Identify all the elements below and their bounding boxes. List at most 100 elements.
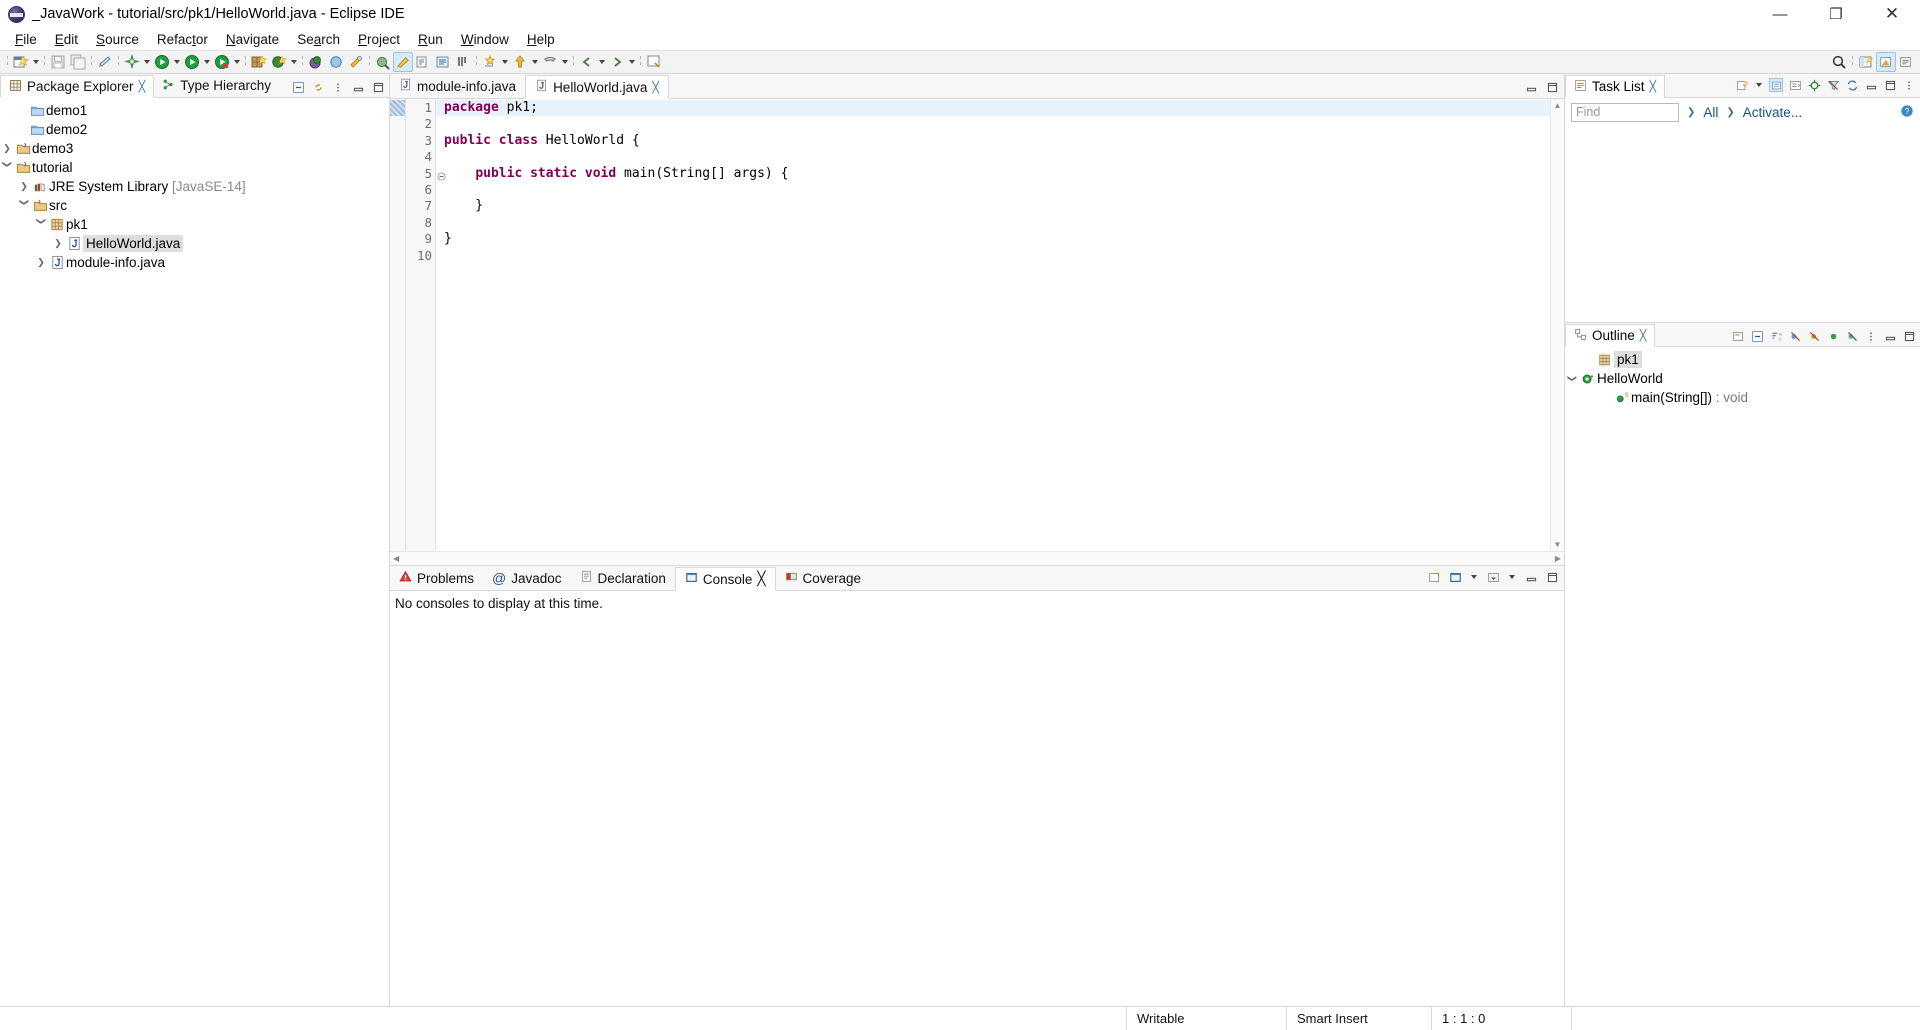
toolbar-drag-handle[interactable] <box>6 54 9 70</box>
new-interface-icon[interactable] <box>326 52 346 72</box>
new-task-icon[interactable] <box>1735 78 1749 92</box>
back-icon[interactable] <box>510 52 530 72</box>
tree-item-demo1[interactable]: demo1 <box>0 101 389 120</box>
menu-file[interactable]: File <box>6 30 46 49</box>
schedule-icon[interactable] <box>1788 78 1802 92</box>
scroll-up-icon[interactable]: ▲ <box>1554 101 1562 110</box>
previous-edit-icon[interactable] <box>577 52 597 72</box>
console-output[interactable]: No consoles to display at this time. <box>390 591 1564 1006</box>
tab-console[interactable]: Console ╳ <box>674 567 776 591</box>
chevron-down-icon[interactable]: ❯ <box>2 161 13 175</box>
close-icon[interactable]: ╳ <box>757 571 765 587</box>
skip-all-breakpoints-icon[interactable] <box>413 52 433 72</box>
new-java-project-icon[interactable] <box>249 52 269 72</box>
outline-item-helloworld[interactable]: ❯ HelloWorld <box>1565 369 1920 388</box>
scroll-left-icon[interactable]: ◀ <box>393 554 399 563</box>
search-icon[interactable] <box>1829 52 1849 72</box>
save-icon[interactable] <box>48 52 68 72</box>
view-menu-dropdown-icon[interactable] <box>1507 568 1517 586</box>
tree-item-pk1[interactable]: ❯ pk1 <box>0 215 389 234</box>
tab-task-list[interactable]: Task List ╳ <box>1565 75 1666 98</box>
maximize-icon[interactable] <box>371 80 385 94</box>
back-dropdown[interactable] <box>530 53 540 71</box>
menu-navigate[interactable]: Navigate <box>217 30 288 49</box>
focus-on-active-task-icon[interactable] <box>1731 329 1745 343</box>
filter-all-link[interactable]: All <box>1703 105 1718 120</box>
tab-type-hierarchy[interactable]: Type Hierarchy <box>154 74 279 97</box>
menu-help[interactable]: Help <box>518 30 564 49</box>
build-dropdown[interactable] <box>142 53 152 71</box>
next-edit-dropdown[interactable] <box>627 53 637 71</box>
run-coverage-icon[interactable] <box>212 52 232 72</box>
view-menu-icon[interactable] <box>1486 570 1500 584</box>
package-explorer-tree[interactable]: demo1 demo2 ❯ demo3 ❯ tutorial ❯ JRE Sys… <box>0 98 389 1006</box>
new-task-dropdown-icon[interactable] <box>1754 76 1764 94</box>
close-icon[interactable]: ╳ <box>139 80 146 93</box>
maximize-icon[interactable] <box>1545 80 1559 94</box>
menu-run[interactable]: Run <box>409 30 452 49</box>
maximize-icon[interactable] <box>1545 570 1559 584</box>
toggle-mark-occurrences-icon[interactable] <box>393 52 413 72</box>
java-ee-perspective-icon[interactable] <box>1896 52 1916 72</box>
chevron-down-icon[interactable]: ❯ <box>1567 372 1578 386</box>
last-edit-dropdown[interactable] <box>500 53 510 71</box>
open-perspective-icon[interactable] <box>1856 52 1876 72</box>
java-perspective-icon[interactable] <box>1876 52 1896 72</box>
minimize-icon[interactable] <box>1883 329 1897 343</box>
maximize-icon[interactable] <box>1902 329 1916 343</box>
tab-problems[interactable]: Problems <box>390 566 483 590</box>
editor-horizontal-scrollbar[interactable]: ◀ ▶ <box>390 551 1564 565</box>
open-console-icon[interactable] <box>1427 570 1441 584</box>
editor-tab-module-info[interactable]: module-info.java <box>390 74 525 98</box>
new-package-icon[interactable] <box>269 52 289 72</box>
close-button[interactable]: ✕ <box>1864 0 1920 28</box>
hide-local-types-icon[interactable] <box>1845 329 1859 343</box>
activate-link[interactable]: Activate... <box>1743 105 1802 120</box>
collapse-all-icon[interactable] <box>291 80 305 94</box>
new-wizard-dropdown[interactable] <box>31 53 41 71</box>
focus-icon[interactable] <box>1807 78 1821 92</box>
tree-item-demo2[interactable]: demo2 <box>0 120 389 139</box>
view-menu-icon[interactable] <box>1902 78 1916 92</box>
minimize-icon[interactable] <box>1524 80 1538 94</box>
previous-edit-dropdown[interactable] <box>597 53 607 71</box>
debug-icon[interactable] <box>152 52 172 72</box>
scroll-right-icon[interactable]: ▶ <box>1555 554 1561 563</box>
close-icon[interactable]: ╳ <box>1650 80 1657 93</box>
tree-item-tutorial[interactable]: ❯ tutorial <box>0 158 389 177</box>
chevron-right-icon[interactable]: ❯ <box>34 257 48 268</box>
open-type-icon[interactable] <box>373 52 393 72</box>
next-edit-icon[interactable] <box>607 52 627 72</box>
hide-static-icon[interactable] <box>1807 329 1821 343</box>
run-dropdown[interactable] <box>202 53 212 71</box>
minimize-icon[interactable] <box>1864 78 1878 92</box>
chevron-down-icon[interactable]: ❯ <box>19 199 30 213</box>
chevron-down-icon[interactable]: ❯ <box>36 218 47 232</box>
forward-dropdown[interactable] <box>560 53 570 71</box>
chevron-right-icon[interactable]: ❯ <box>51 238 65 249</box>
run-icon[interactable] <box>182 52 202 72</box>
hide-nonpublic-icon[interactable] <box>1826 329 1840 343</box>
menu-refactor[interactable]: Refactor <box>148 30 217 49</box>
menu-source[interactable]: Source <box>87 30 148 49</box>
tab-javadoc[interactable]: @ Javadoc <box>483 566 571 590</box>
print-icon[interactable] <box>95 52 115 72</box>
tree-item-helloworld-java[interactable]: ❯ HelloWorld.java <box>0 234 389 253</box>
coverage-dropdown[interactable] <box>232 53 242 71</box>
new-package-dropdown[interactable] <box>289 53 299 71</box>
marker-bar[interactable] <box>390 99 406 551</box>
editor-vertical-scrollbar[interactable]: ▲ ▼ <box>1550 99 1564 551</box>
menu-edit[interactable]: Edit <box>46 30 87 49</box>
tab-outline[interactable]: Outline ╳ <box>1565 324 1656 347</box>
tab-package-explorer[interactable]: Package Explorer ╳ <box>0 75 155 98</box>
close-icon[interactable]: ╳ <box>652 81 659 94</box>
chevron-right-icon[interactable]: ❯ <box>1726 107 1734 118</box>
menu-search[interactable]: Search <box>288 30 349 49</box>
maximize-button[interactable]: ❐ <box>1808 0 1864 28</box>
filter-icon[interactable] <box>1826 78 1840 92</box>
last-edit-location-icon[interactable] <box>480 52 500 72</box>
help-icon[interactable]: ? <box>1900 104 1914 121</box>
menu-project[interactable]: Project <box>349 30 409 49</box>
outline-tree[interactable]: pk1 ❯ HelloWorld S main(String[]) : void <box>1565 347 1920 1006</box>
previous-annotation-icon[interactable] <box>453 52 473 72</box>
